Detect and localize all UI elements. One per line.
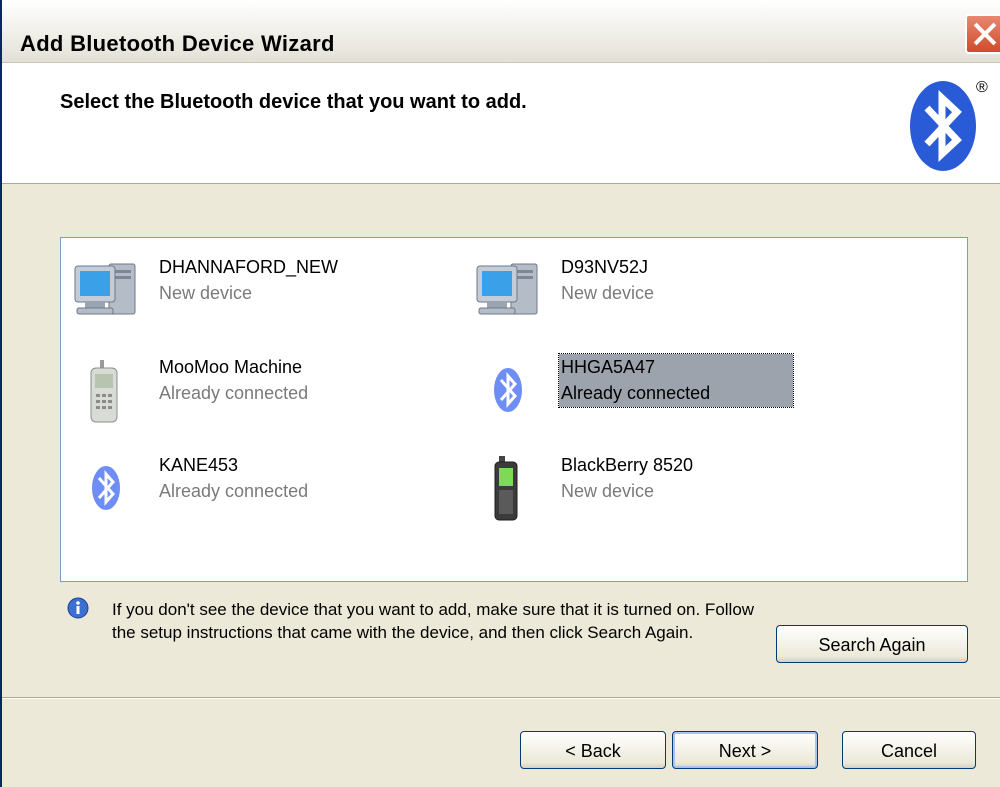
wizard-window: Add Bluetooth Device Wizard Select the B… — [0, 0, 1000, 787]
device-name: HHGA5A47 — [561, 357, 656, 377]
device-list[interactable]: DHANNAFORD_NEW New device D93NV52J New d… — [60, 237, 968, 582]
device-status: Already connected — [159, 383, 309, 403]
window-title: Add Bluetooth Device Wizard — [20, 31, 335, 56]
device-status: Already connected — [561, 383, 711, 403]
info-icon — [67, 597, 89, 619]
computer-icon — [74, 263, 136, 315]
device-item[interactable]: KANE453 Already connected — [71, 454, 471, 522]
bluetooth-logo-icon — [910, 81, 976, 171]
device-item-selected[interactable]: HHGA5A47 Already connected — [473, 353, 873, 424]
device-status: New device — [159, 283, 253, 303]
next-button[interactable]: Next > — [672, 731, 818, 769]
wizard-header: Select the Bluetooth device that you wan… — [2, 63, 1000, 184]
computer-icon — [476, 263, 538, 315]
device-item[interactable]: D93NV52J New device — [473, 256, 873, 324]
close-button[interactable] — [965, 14, 1000, 54]
phone-icon — [90, 360, 118, 423]
search-again-button[interactable]: Search Again — [776, 625, 968, 663]
bluetooth-icon — [494, 368, 522, 412]
blackberry-icon — [494, 456, 518, 521]
cancel-button[interactable]: Cancel — [842, 731, 976, 769]
page-title: Select the Bluetooth device that you wan… — [60, 91, 527, 113]
device-status: Already connected — [159, 481, 309, 501]
title-bar[interactable]: Add Bluetooth Device Wizard — [2, 0, 1000, 63]
device-name: D93NV52J — [561, 257, 649, 277]
device-item[interactable]: MooMoo Machine Already connected — [71, 356, 471, 424]
info-message: If you don't see the device that you wan… — [112, 600, 755, 642]
back-button[interactable]: < Back — [520, 731, 666, 769]
device-name: BlackBerry 8520 — [561, 455, 694, 475]
device-status: New device — [561, 283, 655, 303]
device-name: MooMoo Machine — [159, 357, 303, 377]
device-item[interactable]: DHANNAFORD_NEW New device — [71, 256, 471, 324]
device-item[interactable]: BlackBerry 8520 New device — [473, 454, 873, 522]
registered-mark: ® — [976, 79, 988, 96]
device-status: New device — [561, 481, 655, 501]
bluetooth-icon — [92, 466, 120, 510]
device-name: KANE453 — [159, 455, 239, 475]
button-separator — [2, 697, 1000, 699]
device-name: DHANNAFORD_NEW — [159, 257, 339, 277]
